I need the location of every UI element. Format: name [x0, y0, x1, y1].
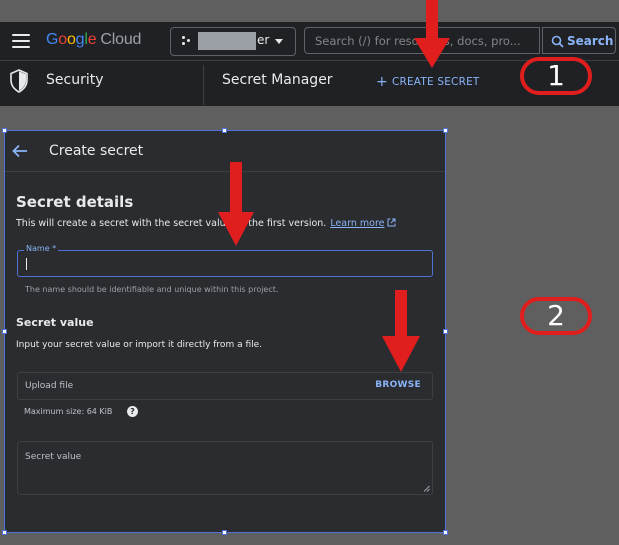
create-secret-label: CREATE SECRET [391, 76, 480, 88]
selection-handle [2, 530, 7, 535]
selection-handle [222, 128, 227, 133]
selection-handle [222, 530, 227, 535]
secret-details-description: This will create a secret with the secre… [16, 218, 396, 229]
name-label: Name * [24, 244, 59, 253]
max-size-text: Maximum size: 64 KiB [24, 407, 113, 416]
external-link-icon[interactable] [387, 218, 396, 227]
create-secret-button[interactable]: + CREATE SECRET [376, 74, 480, 90]
browse-button[interactable]: BROWSE [375, 380, 421, 390]
shield-icon [10, 69, 28, 93]
selection-handle [2, 329, 7, 334]
secret-details-heading: Secret details [16, 193, 134, 211]
selection-handle [443, 128, 448, 133]
selection-handle [443, 530, 448, 535]
upload-file-field[interactable]: Upload file BROWSE [17, 372, 433, 400]
help-icon[interactable]: ? [127, 406, 138, 417]
plus-icon: + [376, 74, 388, 90]
text-cursor [26, 258, 27, 270]
arrow-left-icon[interactable] [12, 144, 28, 158]
search-icon [551, 35, 564, 48]
panel-title: Create secret [49, 143, 144, 159]
secret-value-heading: Secret value [16, 316, 94, 329]
search-button[interactable]: Search [542, 27, 616, 54]
project-picker[interactable]: er [170, 27, 296, 56]
annotation-arrow-icon [218, 162, 254, 246]
selection-handle [2, 128, 7, 133]
google-cloud-logo[interactable]: Google Cloud [46, 31, 141, 49]
callout-2: 2 [520, 297, 592, 335]
resize-grip-icon[interactable] [423, 485, 430, 492]
secret-value-description: Input your secret value or import it dir… [16, 340, 263, 350]
description-text: This will create a secret with the secre… [16, 218, 327, 229]
product-title[interactable]: Security [46, 72, 104, 88]
hamburger-icon[interactable] [12, 34, 30, 48]
name-field[interactable]: Name * [17, 244, 433, 277]
name-help-text: The name should be identifiable and uniq… [25, 285, 279, 294]
top-app-bar: GoogleCloud er Search (/) for resources,… [0, 22, 619, 61]
annotation-arrow-icon [414, 0, 450, 68]
callout-1: 1 [520, 57, 592, 95]
search-button-label: Search [567, 34, 614, 48]
learn-more-link[interactable]: Learn more [330, 218, 384, 229]
selection-handle [443, 329, 448, 334]
page-title: Secret Manager [222, 72, 333, 88]
annotation-arrow-icon [382, 290, 420, 372]
divider [203, 65, 204, 105]
project-icon [182, 36, 192, 46]
secret-value-textarea[interactable]: Secret value [17, 441, 433, 495]
secret-value-placeholder: Secret value [25, 452, 82, 462]
project-name-suffix: er [257, 33, 270, 47]
upload-file-label: Upload file [25, 381, 74, 391]
project-name-redacted [198, 32, 256, 50]
chevron-down-icon [275, 39, 283, 44]
